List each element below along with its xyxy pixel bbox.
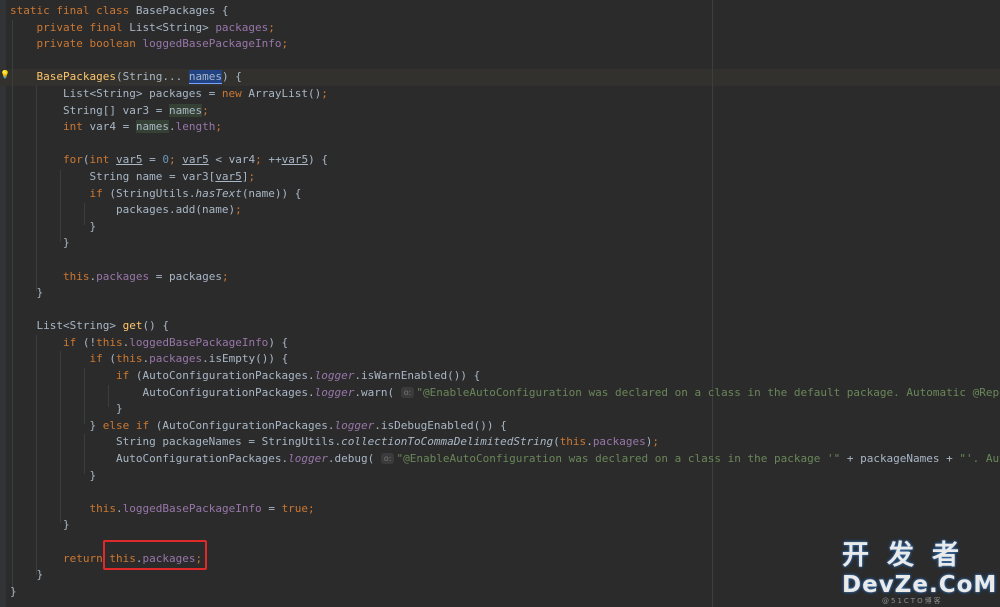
code-line-29: } (10, 468, 97, 482)
code-line-3: private boolean loggedBasePackageInfo; (36, 37, 289, 51)
debug-message-string-end: "'. Automatic @Reposi (959, 452, 1000, 466)
annotation-red-box (103, 540, 207, 570)
code-line-24: AutoConfigurationPackages.logger.warn( o… (10, 385, 1000, 402)
code-text[interactable]: static final class BasePackages { privat… (10, 3, 1000, 600)
code-line-15: } (10, 236, 70, 250)
code-line-23: if (AutoConfigurationPackages.logger.isW… (115, 369, 481, 383)
parameter-hint: o: (400, 386, 415, 398)
code-line-7: String[] var3 = names; (10, 103, 209, 117)
code-line-17: this.packages = packages; (62, 269, 229, 283)
editor-gutter (0, 0, 6, 607)
code-line-10: for(int var5 = 0; var5 < var4; ++var5) { (62, 153, 328, 167)
code-line-6: List<String> packages = new ArrayList(); (10, 86, 328, 100)
code-line-11: String name = var3[var5]; (10, 169, 256, 183)
code-editor[interactable]: 💡 static final class BasePackages { priv… (0, 0, 1000, 607)
code-line-25: } (10, 402, 123, 416)
warn-message-string: "@EnableAutoConfiguration was declared o… (416, 385, 1000, 399)
code-line-1: static final class BasePackages { (10, 4, 229, 17)
code-line-18: } (10, 286, 44, 300)
code-line-22: if (this.packages.isEmpty()) { (89, 352, 289, 366)
code-line-21: if (!this.loggedBasePackageInfo) { (62, 335, 289, 349)
code-line-20: List<String> get() { (10, 319, 169, 333)
selected-identifier: names (188, 70, 222, 85)
code-line-27: String packageNames = StringUtils.collec… (10, 435, 660, 449)
code-line-14: } (10, 219, 97, 233)
watermark-sub: @51CTO博客 (882, 597, 943, 605)
code-line-28: AutoConfigurationPackages.logger.debug( … (10, 451, 1000, 468)
code-line-2: private final List<String> packages; (36, 20, 275, 34)
code-line-32: } (10, 518, 70, 532)
watermark-latin: DevZe.CoM (842, 572, 998, 598)
parameter-hint: o: (380, 453, 395, 465)
code-line-13: packages.add(name); (10, 203, 242, 217)
site-watermark: 开发者 DevZe.CoM @51CTO博客 (842, 540, 998, 605)
code-line-26: } else if (AutoConfigurationPackages.log… (10, 418, 507, 432)
code-line-12: if (StringUtils.hasText(name)) { (89, 186, 302, 200)
debug-message-string: "@EnableAutoConfiguration was declared o… (396, 452, 841, 466)
code-line-8: int var4 = names.length; (62, 120, 222, 134)
code-line-31: this.loggedBasePackageInfo = true; (89, 501, 315, 515)
intention-bulb-icon[interactable]: 💡 (0, 70, 10, 79)
code-line-5: BasePackages(String... names) { (36, 70, 242, 85)
watermark-chinese: 开发者 (842, 540, 977, 571)
